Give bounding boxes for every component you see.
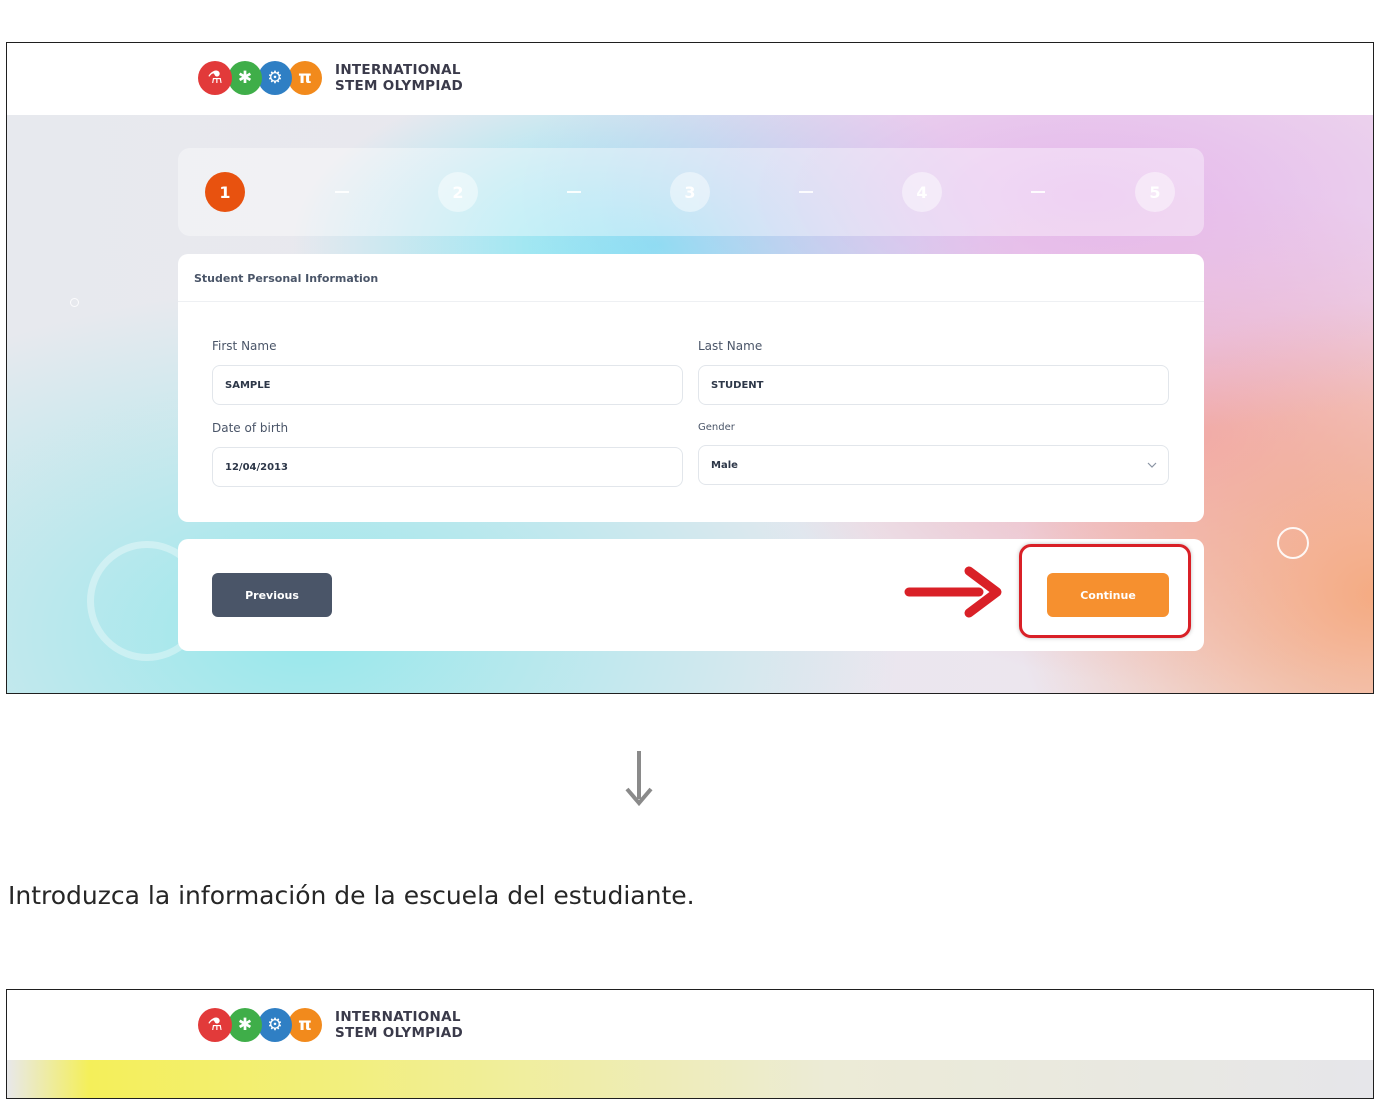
brand-logo[interactable]: ⚗ ✱ ⚙ π INTERNATIONAL STEM OLYMPIAD bbox=[198, 58, 518, 98]
decorative-ring-tiny bbox=[70, 298, 79, 307]
progress-stepper: 1 2 3 4 5 bbox=[178, 148, 1204, 236]
brand-name: INTERNATIONAL STEM OLYMPIAD bbox=[335, 62, 463, 94]
card-title: Student Personal Information bbox=[194, 272, 379, 285]
first-name-label: First Name bbox=[212, 339, 277, 353]
step-connector bbox=[567, 191, 581, 193]
step-5[interactable]: 5 bbox=[1135, 172, 1175, 212]
gender-select[interactable]: Male bbox=[698, 445, 1169, 485]
brand-name-line1: INTERNATIONAL bbox=[335, 1009, 461, 1025]
personal-info-card: Student Personal Information First Name … bbox=[178, 254, 1204, 522]
last-name-label: Last Name bbox=[698, 339, 763, 353]
gear-icon: ⚙ bbox=[258, 61, 292, 95]
flask-icon: ⚗ bbox=[198, 61, 232, 95]
step-1[interactable]: 1 bbox=[205, 172, 245, 212]
highlight-box bbox=[1019, 544, 1191, 638]
brand-name: INTERNATIONAL STEM OLYMPIAD bbox=[335, 1009, 463, 1041]
brand-name-line2: STEM OLYMPIAD bbox=[335, 78, 463, 94]
step-3[interactable]: 3 bbox=[670, 172, 710, 212]
previous-button[interactable]: Previous bbox=[212, 573, 332, 617]
pi-icon: π bbox=[288, 1008, 322, 1042]
brand-logo[interactable]: ⚗ ✱ ⚙ π INTERNATIONAL STEM OLYMPIAD bbox=[198, 1005, 518, 1045]
dob-label: Date of birth bbox=[212, 421, 289, 435]
gender-value: Male bbox=[711, 459, 738, 471]
gear-icon: ⚙ bbox=[258, 1008, 292, 1042]
brand-name-line2: STEM OLYMPIAD bbox=[335, 1025, 463, 1041]
step-4[interactable]: 4 bbox=[902, 172, 942, 212]
step-connector bbox=[335, 191, 349, 193]
dob-field[interactable]: 12/04/2013 bbox=[212, 447, 683, 487]
screenshot-step-1: ⚗ ✱ ⚙ π INTERNATIONAL STEM OLYMPIAD 1 2 … bbox=[6, 42, 1374, 694]
pointer-arrow-icon bbox=[904, 566, 1002, 618]
flask-icon: ⚗ bbox=[198, 1008, 232, 1042]
pi-icon: π bbox=[288, 61, 322, 95]
down-arrow-icon bbox=[625, 751, 653, 807]
first-name-field[interactable]: SAMPLE bbox=[212, 365, 683, 405]
step-connector bbox=[799, 191, 813, 193]
instruction-caption: Introduzca la información de la escuela … bbox=[8, 881, 695, 910]
chevron-down-icon bbox=[1147, 462, 1157, 468]
step-connector bbox=[1031, 191, 1045, 193]
gender-label: Gender bbox=[698, 422, 735, 433]
brand-name-line1: INTERNATIONAL bbox=[335, 62, 461, 78]
page-background bbox=[7, 1060, 1373, 1098]
decorative-ring-small bbox=[1277, 527, 1309, 559]
bug-icon: ✱ bbox=[228, 1008, 262, 1042]
last-name-field[interactable]: STUDENT bbox=[698, 365, 1169, 405]
step-2[interactable]: 2 bbox=[438, 172, 478, 212]
top-bar: ⚗ ✱ ⚙ π INTERNATIONAL STEM OLYMPIAD bbox=[7, 990, 1373, 1060]
top-bar: ⚗ ✱ ⚙ π INTERNATIONAL STEM OLYMPIAD bbox=[7, 43, 1373, 115]
divider bbox=[178, 301, 1204, 302]
screenshot-step-2: ⚗ ✱ ⚙ π INTERNATIONAL STEM OLYMPIAD bbox=[6, 989, 1374, 1099]
bug-icon: ✱ bbox=[228, 61, 262, 95]
